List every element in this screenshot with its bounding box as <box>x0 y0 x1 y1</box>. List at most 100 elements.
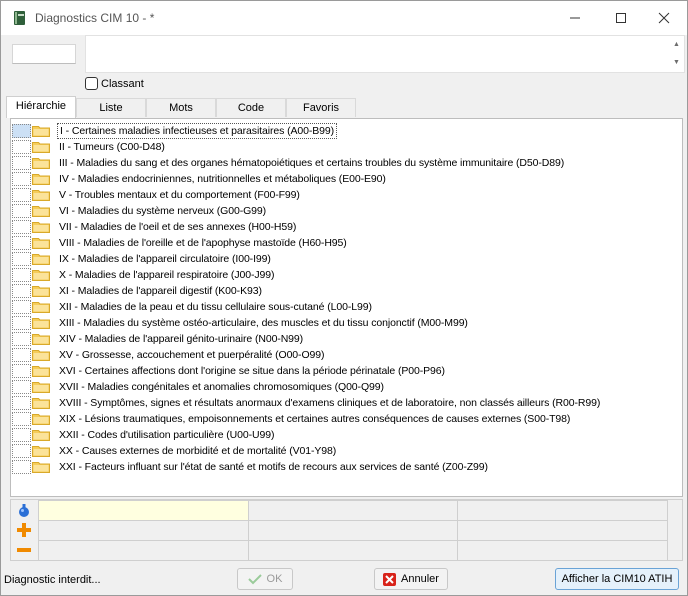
tree-item[interactable]: XXII - Codes d'utilisation particulière … <box>11 427 682 443</box>
grid-row[interactable] <box>38 520 668 541</box>
tree-item[interactable]: XVII - Maladies congénitales et anomalie… <box>11 379 682 395</box>
description-textarea[interactable]: ▲ ▼ <box>85 35 685 73</box>
tree-line-guide <box>12 284 31 298</box>
code-input[interactable] <box>12 44 76 64</box>
tab-favoris[interactable]: Favoris <box>286 98 356 117</box>
tree-item[interactable]: XIX - Lésions traumatiques, empoisonneme… <box>11 411 682 427</box>
tree-line-guide <box>12 268 31 282</box>
tree-item-label: V - Troubles mentaux et du comportement … <box>59 189 300 201</box>
remove-row-button[interactable] <box>15 541 33 559</box>
grid-cell[interactable] <box>247 500 459 521</box>
tree-item[interactable]: III - Maladies du sang et des organes hé… <box>11 155 682 171</box>
folder-icon <box>32 365 50 377</box>
tree-item[interactable]: VIII - Maladies de l'oreille et de l'apo… <box>11 235 682 251</box>
tree-item-label: XIII - Maladies du système ostéo-articul… <box>59 317 468 329</box>
tree-item[interactable]: XVIII - Symptômes, signes et résultats a… <box>11 395 682 411</box>
show-cim10-atih-label: Afficher la CIM10 ATIH <box>561 573 673 585</box>
tree-item[interactable]: XII - Maladies de la peau et du tissu ce… <box>11 299 682 315</box>
tree-line-guide <box>12 220 31 234</box>
folder-icon <box>32 189 50 201</box>
grid-cell[interactable] <box>38 500 249 521</box>
folder-icon <box>32 461 50 473</box>
tree-item-label: XII - Maladies de la peau et du tissu ce… <box>59 301 372 313</box>
grid-cell[interactable] <box>457 540 668 561</box>
tree-line-guide <box>12 172 31 186</box>
tree-item[interactable]: IV - Maladies endocriniennes, nutritionn… <box>11 171 682 187</box>
close-button[interactable] <box>641 1 687 35</box>
folder-icon <box>32 333 50 345</box>
show-cim10-atih-button[interactable]: Afficher la CIM10 ATIH <box>555 568 679 590</box>
folder-icon <box>32 205 50 217</box>
grid-cell[interactable] <box>247 520 459 541</box>
tree-item[interactable]: XXI - Facteurs influant sur l'état de sa… <box>11 459 682 475</box>
add-row-button[interactable] <box>15 521 33 539</box>
tree-line-guide <box>12 140 31 154</box>
tree-item-label: X - Maladies de l'appareil respiratoire … <box>59 269 275 281</box>
description-scrollbar[interactable]: ▲ ▼ <box>670 36 684 72</box>
tree-item-label: XV - Grossesse, accouchement et puerpéra… <box>59 349 325 361</box>
grid-cell[interactable] <box>38 520 249 541</box>
tree-item[interactable]: V - Troubles mentaux et du comportement … <box>11 187 682 203</box>
tree-item[interactable]: VII - Maladies de l'oeil et de ses annex… <box>11 219 682 235</box>
tree-item[interactable]: IX - Maladies de l'appareil circulatoire… <box>11 251 682 267</box>
tree-item[interactable]: XI - Maladies de l'appareil digestif (K0… <box>11 283 682 299</box>
tree-item[interactable]: XV - Grossesse, accouchement et puerpéra… <box>11 347 682 363</box>
cancel-label: Annuler <box>401 573 439 585</box>
folder-icon <box>32 413 50 425</box>
folder-icon <box>32 157 50 169</box>
tree-item[interactable]: II - Tumeurs (C00-D48) <box>11 139 682 155</box>
tree-item[interactable]: XIV - Maladies de l'appareil génito-urin… <box>11 331 682 347</box>
tree-line-guide <box>12 412 31 426</box>
dialog-window: Diagnostics CIM 10 - * ▲ ▼ Classant Hiér… <box>0 0 688 596</box>
tree-item-label: IV - Maladies endocriniennes, nutritionn… <box>59 173 386 185</box>
grid-cell[interactable] <box>457 520 668 541</box>
plus-icon <box>17 523 31 537</box>
tab-liste[interactable]: Liste <box>76 98 146 117</box>
cancel-button[interactable]: Annuler <box>374 568 448 590</box>
grid-row[interactable] <box>38 540 668 561</box>
folder-icon <box>32 125 50 137</box>
tree-item[interactable]: XX - Causes externes de morbidité et de … <box>11 443 682 459</box>
scroll-up-arrow-icon[interactable]: ▲ <box>673 41 680 48</box>
diagnosis-grid[interactable] <box>38 500 668 561</box>
tree-line-guide <box>12 444 31 458</box>
folder-icon <box>32 269 50 281</box>
tree-item-label: IX - Maladies de l'appareil circulatoire… <box>59 253 271 265</box>
classant-checkbox[interactable] <box>85 77 98 90</box>
tree-item[interactable]: X - Maladies de l'appareil respiratoire … <box>11 267 682 283</box>
tree-item[interactable]: XIII - Maladies du système ostéo-articul… <box>11 315 682 331</box>
minimize-button[interactable] <box>552 1 598 35</box>
tree-line-guide <box>12 460 31 474</box>
grid-row[interactable] <box>38 500 668 521</box>
tree-item-label: I - Certaines maladies infectieuses et p… <box>57 123 338 139</box>
grid-cell[interactable] <box>457 500 668 521</box>
maximize-button[interactable] <box>598 1 644 35</box>
tree-item-label: XVI - Certaines affections dont l'origin… <box>59 365 445 377</box>
tree-item[interactable]: I - Certaines maladies infectieuses et p… <box>11 123 682 139</box>
tree-item-label: III - Maladies du sang et des organes hé… <box>59 157 565 169</box>
tab-hierarchie[interactable]: Hiérarchie <box>6 96 76 118</box>
tree-item[interactable]: VI - Maladies du système nerveux (G00-G9… <box>11 203 682 219</box>
grid-tool-button[interactable] <box>15 501 33 519</box>
ok-button[interactable]: OK <box>237 568 293 590</box>
grid-cell[interactable] <box>247 540 459 561</box>
folder-icon <box>32 221 50 233</box>
scroll-down-arrow-icon[interactable]: ▼ <box>673 59 680 66</box>
tab-code[interactable]: Code <box>216 98 286 117</box>
tree-item-label: VI - Maladies du système nerveux (G00-G9… <box>59 205 267 217</box>
tree-line-guide <box>12 332 31 346</box>
tree-item-label: VII - Maladies de l'oeil et de ses annex… <box>59 221 297 233</box>
tree-item[interactable]: XVI - Certaines affections dont l'origin… <box>11 363 682 379</box>
diagnosis-grid-area <box>10 499 683 561</box>
maximize-icon <box>616 13 626 23</box>
folder-icon <box>32 301 50 313</box>
tree-line-guide <box>12 348 31 362</box>
folder-icon <box>32 317 50 329</box>
tree-line-guide <box>12 396 31 410</box>
classant-option[interactable]: Classant <box>85 77 144 90</box>
folder-icon <box>32 397 50 409</box>
tab-mots[interactable]: Mots <box>146 98 216 117</box>
grid-cell[interactable] <box>38 540 249 561</box>
hierarchy-tree[interactable]: I - Certaines maladies infectieuses et p… <box>10 118 683 497</box>
minus-icon <box>17 548 31 552</box>
